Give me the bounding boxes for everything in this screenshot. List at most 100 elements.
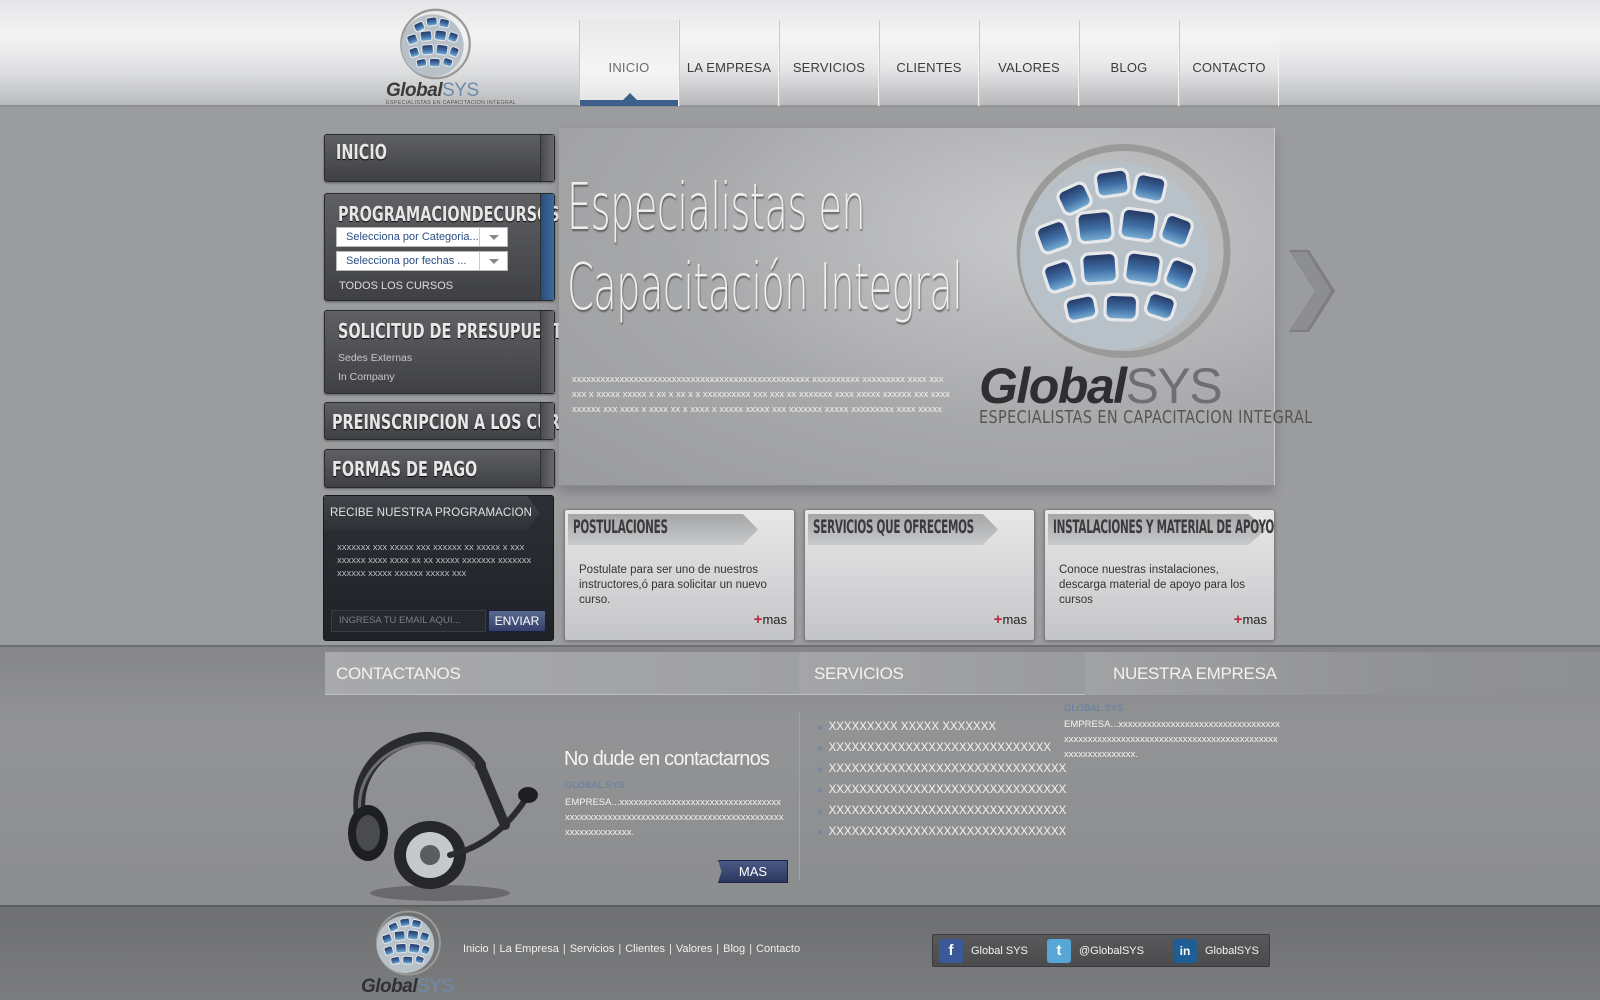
contact-text: EMPRESA...xxxxxxxxxxxxxxxxxxxxxxxxxxxxxx… [565,797,784,838]
footer-wordmark: GlobalSYS [361,976,454,997]
bullet-icon: » [817,785,823,796]
hero-text: xxxxxxxxxxxxxxxxxxxxxxxxxxxxxxxxxxxxxxxx… [572,374,950,415]
hero-headline: Especialistas en Capacitación Integral [567,168,963,328]
list-item[interactable]: » XXXXXXXXXXXXXXXXXXXXXXXXXXXXX [817,738,1067,759]
nav-item-clientes[interactable]: CLIENTES [879,20,979,106]
nav-item-la-empresa[interactable]: LA EMPRESA [679,20,779,106]
linkedin-label: GlobalSYS [1205,945,1259,957]
list-item[interactable]: » XXXXXXXXXXXXXXXXXXXXXXXXXXXXXXX [817,822,1067,843]
twitter-link[interactable]: t @GlobalSYS [1047,939,1144,963]
hero-logo-tagline: ESPECIALISTAS EN CAPACITACION INTEGRAL [979,407,1313,428]
in-company-link[interactable]: In Company [338,371,395,383]
globe-logo-icon [395,6,473,82]
footer-link-blog[interactable]: Blog [723,943,745,955]
contact-brand: GLOBAL SYS [565,780,625,791]
globe-logo-icon [371,908,443,978]
nav-item-servicios[interactable]: SERVICIOS [779,20,879,106]
sidebar-handle-active [540,194,554,300]
footer-link-contacto[interactable]: Contacto [756,943,800,955]
newsletter-box: RECIBE NUESTRA PROGRAMACION xxxxxxx xxx … [323,495,554,641]
presupuesto-title: SOLICITUD DE PRESUPUESTO [338,319,575,343]
footer-link-clientes[interactable]: Clientes [625,943,665,955]
newsletter-title: RECIBE NUESTRA PROGRAMACION [324,496,540,530]
main-nav: INICIO LA EMPRESA SERVICIOS CLIENTES VAL… [579,20,1279,106]
sidebar-item-inicio[interactable]: INICIO [324,134,555,182]
twitter-label: @GlobalSYS [1079,945,1144,957]
footer-nav: Inicio | La Empresa | Servicios | Clientes | Val… [463,943,801,955]
email-input[interactable]: INGRESA TU EMAIL AQUI... [331,610,486,632]
card-text: Postulate para ser uno de nuestros instr… [579,564,767,606]
list-item[interactable]: » XXXXXXXXXXXXXXXXXXXXXXXXXXXXXXXXX [817,801,1067,822]
facebook-link[interactable]: f Global SYS [939,939,1028,963]
card-more-link[interactable]: +mas [754,611,787,628]
newsletter-text: xxxxxxx xxx xxxxx xxx xxxxxx xx xxxxx x … [337,542,532,579]
hero-headline-line2: Capacitación Integral [567,251,963,325]
contact-more-button[interactable]: MAS [718,860,788,883]
contact-title: No dude en contactarnos [564,748,770,770]
sidebar-programacion: PROGRAMACIONDECURSOS Selecciona por Cate… [324,193,560,301]
brand-tagline: ESPECIALISTAS EN CAPACITACION INTEGRAL [386,100,517,106]
sidebar-handle [540,403,554,439]
date-select[interactable]: Selecciona por fechas ... [336,251,508,271]
empresa-brand: GLOBAL SYS [1064,703,1124,714]
sidebar-item-preinscripcion[interactable]: PREINSCRIPCION A LOS CURSOS [324,402,593,440]
hero-banner: Especialistas en Capacitación Integral x… [559,128,1312,486]
bullet-icon: » [817,764,823,775]
chevron-down-icon [479,228,507,246]
empresa-text: EMPRESA...xxxxxxxxxxxxxxxxxxxxxxxxxxxxxx… [1064,719,1280,760]
category-select[interactable]: Selecciona por Categoria... [336,227,508,247]
subscribe-button[interactable]: ENVIAR [488,610,546,632]
card-title: SERVICIOS QUE OFRECEMOS [813,516,974,538]
footer-logo[interactable]: GlobalSYS [358,908,458,1000]
bullet-icon: » [817,806,823,817]
list-item[interactable]: » XXXXXXXXXXXXXXXXXXXXXXXXXXXXXXXXX [817,780,1067,801]
bullet-icon: » [817,743,823,754]
chevron-right-icon[interactable] [1283,248,1339,334]
nav-item-blog[interactable]: BLOG [1079,20,1179,106]
footer-link-inicio[interactable]: Inicio [463,943,489,955]
sedes-externas-link[interactable]: Sedes Externas [338,352,412,364]
globe-logo-icon [999,136,1239,366]
all-courses-link[interactable]: TODOS LOS CURSOS [339,280,453,292]
headset-icon [348,732,538,901]
twitter-icon: t [1047,939,1071,963]
card-text: Conoce nuestras instalaciones, descarga … [1059,564,1246,606]
social-bar: f Global SYS t @GlobalSYS in GlobalSYS [932,934,1270,967]
sidebar-handle [540,450,554,487]
nav-item-contacto[interactable]: CONTACTO [1179,20,1279,106]
brand-wordmark: GlobalSYS [386,80,479,101]
card-title: POSTULACIONES [573,516,668,538]
section-divider [799,712,800,880]
sidebar-handle [540,135,554,181]
list-item[interactable]: » XXXXXXXXX XXXXX XXXXXXX [817,717,1067,738]
card-title: INSTALACIONES Y MATERIAL DE APOYO [1053,516,1274,538]
brand-logo[interactable]: GlobalSYS ESPECIALISTAS EN CAPACITACION … [383,4,516,106]
linkedin-link[interactable]: in GlobalSYS [1173,939,1259,963]
bullet-icon: » [817,827,823,838]
chevron-down-icon [479,252,507,270]
hero-headline-line1: Especialistas en [567,171,866,245]
section-title-servicios: SERVICIOS [799,652,1085,695]
card-more-link[interactable]: +mas [1234,611,1267,628]
facebook-label: Global SYS [971,945,1028,957]
list-item[interactable]: » XXXXXXXXXXXXXXXXXXXXXXXXXXXXXXXXX [817,759,1067,780]
bullet-icon: » [817,722,823,733]
sidebar-item-label: FORMAS DE PAGO [332,457,478,481]
sidebar-item-label: INICIO [336,140,387,164]
sidebar-handle [540,311,554,393]
sidebar-item-formas-pago[interactable]: FORMAS DE PAGO [324,449,555,488]
linkedin-icon: in [1173,939,1197,963]
nav-item-inicio[interactable]: INICIO [579,20,679,106]
category-select-value: Selecciona por Categoria... [346,231,479,243]
footer-link-la-empresa[interactable]: La Empresa [500,943,559,955]
date-select-value: Selecciona por fechas ... [346,255,467,267]
sidebar-presupuesto: SOLICITUD DE PRESUPUESTO Sedes Externas … [324,310,574,394]
card-instalaciones: INSTALACIONES Y MATERIAL DE APOYO Conoce… [1044,509,1275,641]
card-postulaciones: POSTULACIONES Postulate para ser uno de … [564,509,795,641]
section-title-nuestra-empresa: NUESTRA EMPRESA [1085,652,1600,695]
footer-link-valores[interactable]: Valores [676,943,712,955]
card-more-link[interactable]: +mas [994,611,1027,628]
footer-link-servicios[interactable]: Servicios [570,943,615,955]
nav-item-valores[interactable]: VALORES [979,20,1079,106]
services-list: » XXXXXXXXX XXXXX XXXXXXX » XXXXXXXXXXXXXX… [817,717,1067,843]
